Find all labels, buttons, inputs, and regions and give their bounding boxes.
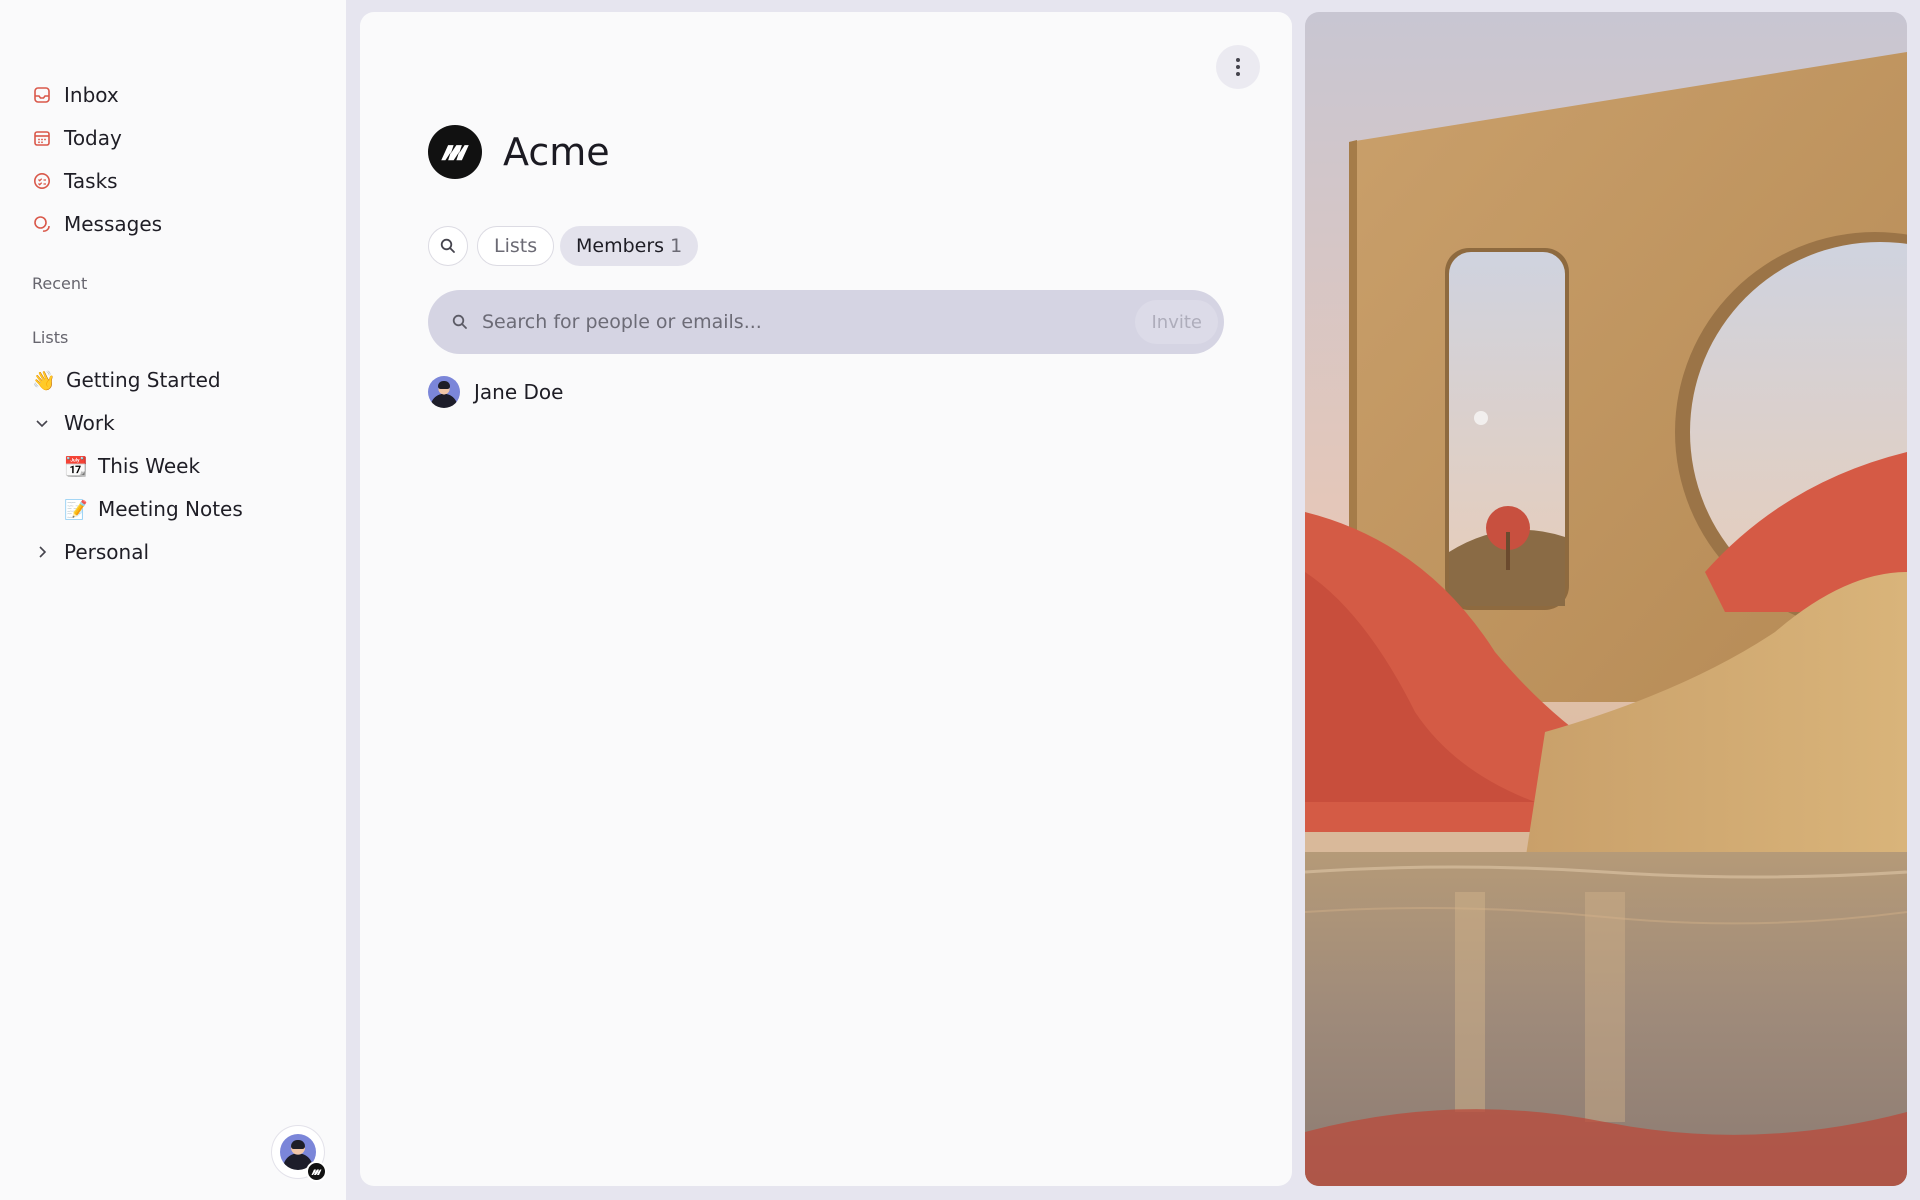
nav-tasks[interactable]: Tasks [32,163,118,199]
nav-inbox[interactable]: Inbox [32,77,119,113]
page-title: Acme [503,130,610,174]
hero-artwork-image [1305,12,1907,1186]
memo-emoji-icon: 📝 [64,498,88,521]
search-icon [450,312,470,332]
list-getting-started[interactable]: 👋 Getting Started [32,362,221,398]
tab-search-button[interactable] [428,226,468,266]
nav-inbox-label: Inbox [64,83,119,107]
member-name: Jane Doe [474,380,564,404]
calendar-icon [32,128,52,148]
nav-tasks-label: Tasks [64,169,118,193]
tasks-icon [32,171,52,191]
tab-members[interactable]: Members 1 [560,226,699,266]
nav-messages-label: Messages [64,212,163,236]
list-getting-started-label: Getting Started [66,368,221,392]
members-count-badge: 1 [670,235,683,257]
workspace-badge-icon [306,1161,327,1182]
list-group-personal[interactable]: Personal [32,534,149,570]
search-icon [440,238,455,253]
list-this-week-label: This Week [98,454,201,478]
list-group-work[interactable]: Work [32,405,115,441]
nav-messages[interactable]: Messages [32,206,162,242]
lists-section-label: Lists [32,328,69,347]
member-search-bar: Invite [428,290,1224,354]
main-panel: Acme Lists Members 1 Invite Jane Doe [360,12,1292,1186]
org-logo-icon [428,125,482,179]
tab-members-label: Members [576,235,665,257]
recent-section-label: Recent [32,274,88,293]
more-options-button[interactable] [1216,45,1260,89]
sidebar: Inbox Today Tasks Messages Recent Lists … [0,0,346,1200]
messages-icon [32,214,52,234]
nav-today-label: Today [64,126,122,150]
invite-button[interactable]: Invite [1135,300,1218,344]
list-this-week[interactable]: 📆 This Week [64,448,200,484]
inbox-icon [32,85,52,105]
member-search-input[interactable] [480,310,1114,334]
list-group-work-label: Work [64,411,115,435]
avatar [428,376,460,408]
nav-today[interactable]: Today [32,120,122,156]
member-list-item[interactable]: Jane Doe [428,374,563,410]
chevron-right-icon[interactable] [32,542,52,562]
wave-emoji-icon: 👋 [32,369,56,392]
more-vertical-icon [1236,58,1240,76]
chevron-down-icon[interactable] [32,413,52,433]
list-meeting-notes[interactable]: 📝 Meeting Notes [64,491,243,527]
tab-lists[interactable]: Lists [477,226,555,266]
list-meeting-notes-label: Meeting Notes [98,497,243,521]
list-group-personal-label: Personal [64,540,150,564]
calendar-emoji-icon: 📆 [64,455,88,478]
